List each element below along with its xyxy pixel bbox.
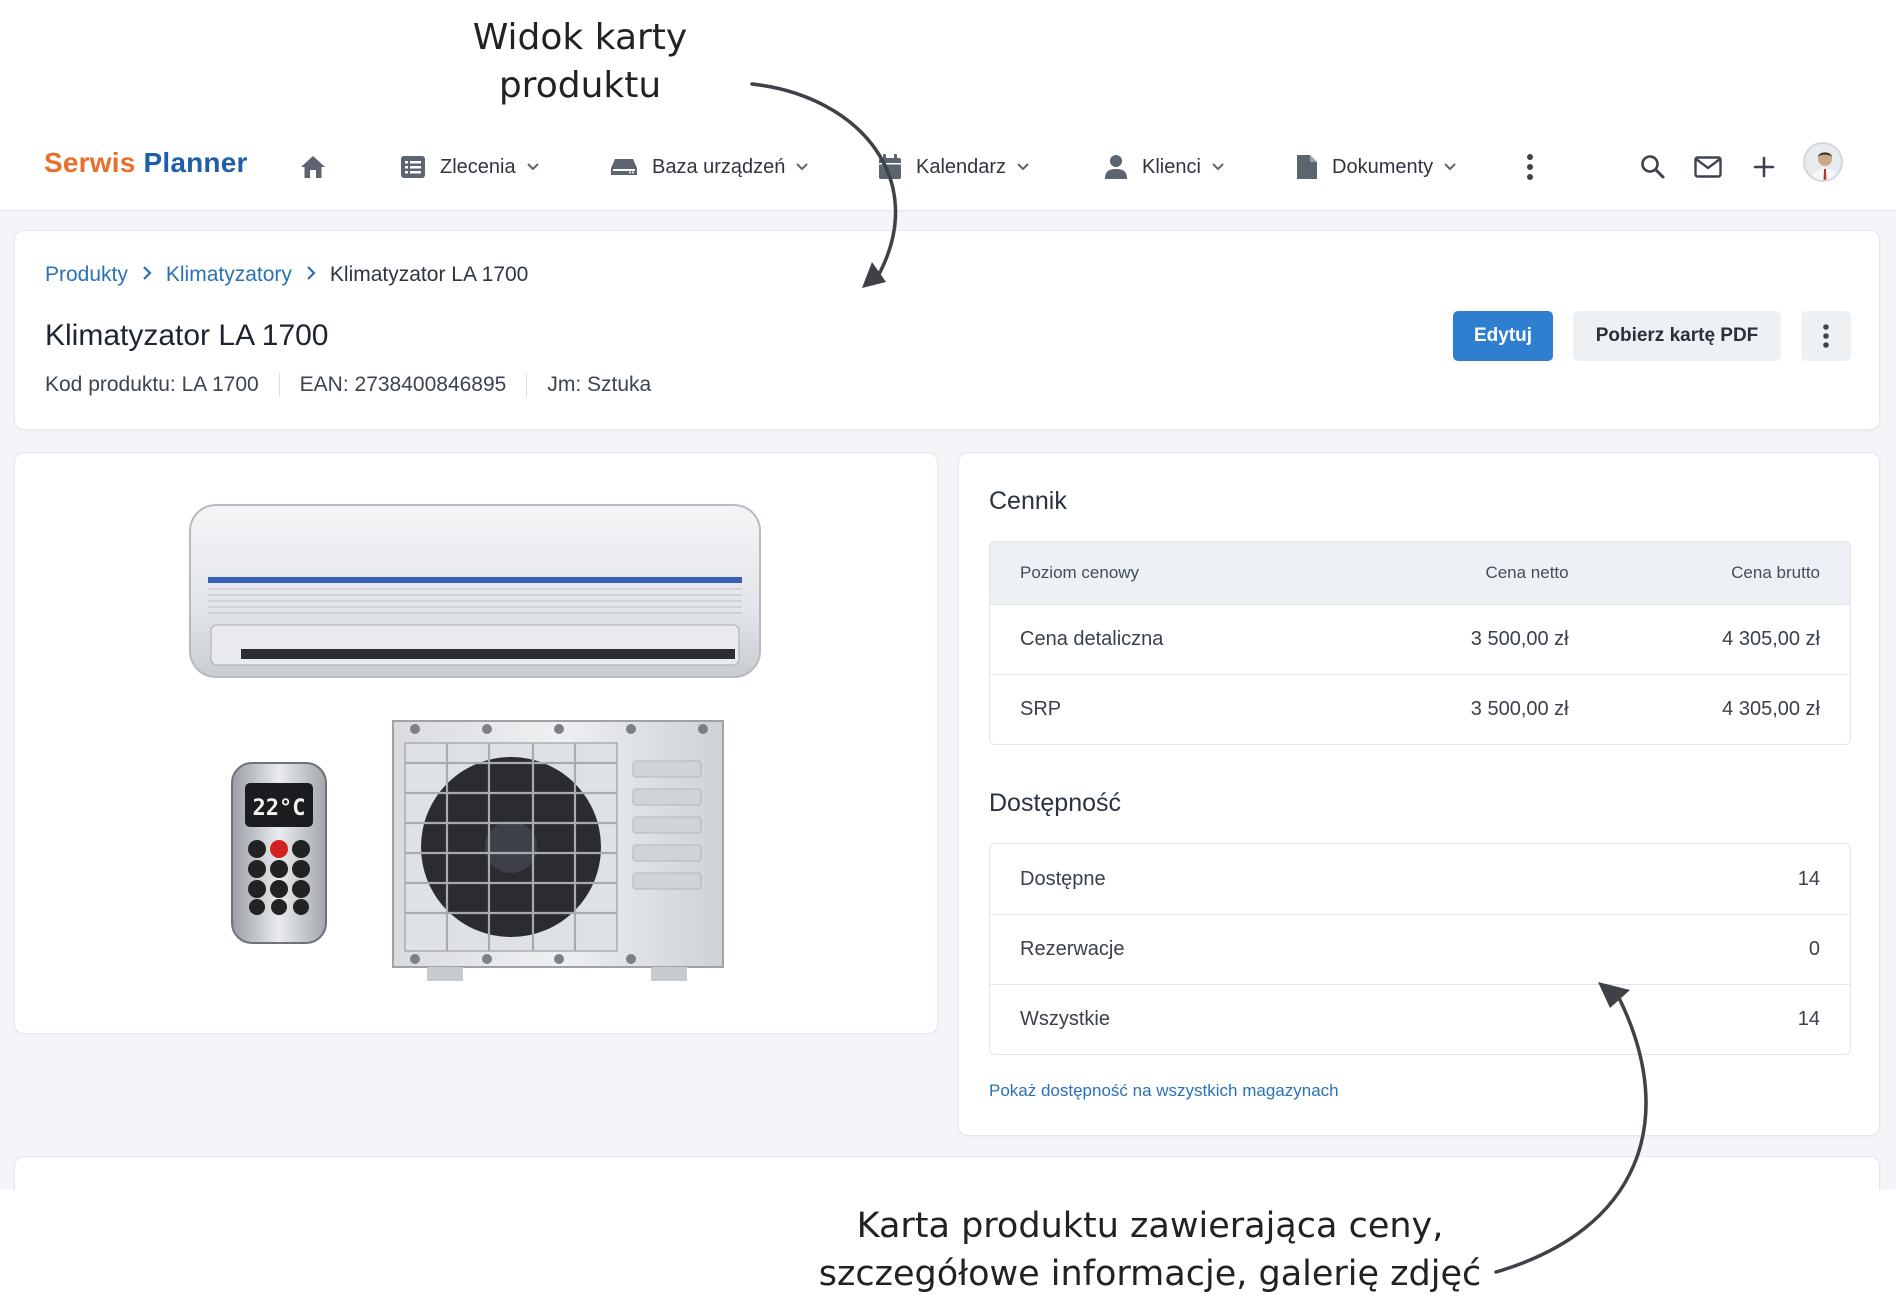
more-vertical-icon[interactable] bbox=[1510, 147, 1550, 187]
remote-display-text: 22°C bbox=[253, 796, 306, 821]
annotation-bottom-line1: Karta produktu zawierająca ceny, bbox=[856, 1206, 1444, 1246]
annotation-bottom: Karta produktu zawierająca ceny, szczegó… bbox=[760, 1202, 1540, 1298]
nav-label: Dokumenty bbox=[1332, 155, 1434, 178]
calendar-icon bbox=[879, 154, 901, 179]
price-net: 3 500,00 zł bbox=[1470, 698, 1569, 720]
annotation-top: Widok karty produktu bbox=[420, 14, 740, 110]
nav-item-zlecenia[interactable]: Zlecenia bbox=[400, 147, 540, 187]
product-ean: EAN: 2738400846895 bbox=[278, 373, 527, 397]
nav-item-klienci[interactable]: Klienci bbox=[1104, 147, 1225, 187]
chevron-down-icon bbox=[1017, 163, 1029, 171]
product-meta: Kod produktu: LA 1700 EAN: 2738400846895… bbox=[45, 373, 671, 397]
avatar[interactable] bbox=[1803, 142, 1843, 182]
more-actions-button[interactable] bbox=[1801, 311, 1851, 361]
breadcrumb-link-produkty[interactable]: Produkty bbox=[45, 263, 128, 287]
nav-label: Klienci bbox=[1142, 155, 1201, 178]
chevron-down-icon bbox=[796, 163, 809, 171]
nav-item-baza-urzadzen[interactable]: Baza urządzeń bbox=[610, 147, 809, 187]
edit-button[interactable]: Edytuj bbox=[1453, 311, 1553, 361]
chevron-down-icon bbox=[1212, 163, 1224, 171]
top-navbar: Serwis Planner Zlecenia Baza urządzeń Ka… bbox=[0, 125, 1896, 211]
document-icon bbox=[1297, 155, 1317, 179]
nav-label: Baza urządzeń bbox=[652, 155, 786, 178]
more-vertical-icon bbox=[1823, 324, 1829, 348]
mail-icon[interactable] bbox=[1688, 147, 1728, 187]
chevron-down-icon bbox=[1444, 163, 1456, 171]
breadcrumb-link-klimatyzatory[interactable]: Klimatyzatory bbox=[166, 263, 292, 287]
availability-table: Dostępne 14 Rezerwacje 0 Wszystkie 14 bbox=[989, 843, 1851, 1055]
chevron-down-icon bbox=[526, 163, 539, 171]
table-row: Rezerwacje 0 bbox=[990, 914, 1850, 984]
price-net: 3 500,00 zł bbox=[1470, 628, 1569, 650]
table-row: Wszystkie 14 bbox=[990, 984, 1850, 1054]
availability-value: 14 bbox=[1797, 1008, 1820, 1030]
download-pdf-button[interactable]: Pobierz kartę PDF bbox=[1573, 311, 1781, 361]
annotation-top-line1: Widok karty bbox=[472, 17, 688, 58]
price-gross: 4 305,00 zł bbox=[1722, 698, 1820, 720]
list-icon bbox=[401, 156, 425, 178]
product-code: Kod produktu: LA 1700 bbox=[45, 373, 259, 396]
column-header: Poziom cenowy bbox=[1020, 563, 1140, 582]
availability-title: Dostępność bbox=[989, 789, 1122, 817]
price-level: Cena detaliczna bbox=[1020, 628, 1164, 650]
device-icon bbox=[611, 159, 637, 175]
availability-label: Rezerwacje bbox=[1020, 938, 1125, 960]
column-header: Cena brutto bbox=[1731, 563, 1820, 582]
nav-item-dokumenty[interactable]: Dokumenty bbox=[1296, 147, 1457, 187]
breadcrumb: Produkty Klimatyzatory Klimatyzator LA 1… bbox=[45, 263, 528, 287]
pricing-title: Cennik bbox=[989, 487, 1067, 515]
table-header: Poziom cenowy Cena netto Cena brutto bbox=[990, 542, 1850, 604]
availability-value: 14 bbox=[1797, 867, 1820, 890]
product-header-card: Produkty Klimatyzatory Klimatyzator LA 1… bbox=[14, 230, 1880, 430]
availability-label: Dostępne bbox=[1020, 867, 1106, 890]
product-gallery-card: 22°C bbox=[14, 452, 938, 1034]
pricing-table: Poziom cenowy Cena netto Cena brutto Cen… bbox=[989, 541, 1851, 745]
availability-value: 0 bbox=[1808, 938, 1820, 960]
annotation-bottom-line2: szczegółowe informacje, galerię zdjęć bbox=[818, 1254, 1482, 1294]
logo-part2: Planner bbox=[143, 147, 248, 178]
nav-item-kalendarz[interactable]: Kalendarz bbox=[878, 147, 1030, 187]
logo[interactable]: Serwis Planner bbox=[44, 147, 248, 179]
search-icon[interactable] bbox=[1633, 147, 1673, 187]
annotation-top-line2: produktu bbox=[498, 65, 662, 106]
chevron-right-icon bbox=[142, 265, 152, 286]
table-row: SRP 3 500,00 zł 4 305,00 zł bbox=[990, 674, 1850, 744]
column-header: Cena netto bbox=[1485, 563, 1569, 582]
plus-icon[interactable] bbox=[1744, 147, 1784, 187]
product-info-card: Cennik Poziom cenowy Cena netto Cena bru… bbox=[958, 452, 1880, 1136]
price-gross: 4 305,00 zł bbox=[1722, 628, 1820, 650]
user-icon bbox=[1105, 155, 1127, 179]
product-image[interactable]: 22°C bbox=[15, 453, 939, 1035]
chevron-right-icon bbox=[306, 265, 316, 286]
table-row: Cena detaliczna 3 500,00 zł 4 305,00 zł bbox=[990, 604, 1850, 674]
page-title: Klimatyzator LA 1700 bbox=[45, 319, 329, 352]
breadcrumb-current: Klimatyzator LA 1700 bbox=[329, 263, 529, 286]
availability-label: Wszystkie bbox=[1020, 1008, 1110, 1030]
show-all-warehouses-link[interactable]: Pokaż dostępność na wszystkich magazynac… bbox=[989, 1081, 1339, 1101]
nav-label: Kalendarz bbox=[916, 155, 1007, 178]
product-unit: Jm: Sztuka bbox=[526, 373, 671, 397]
logo-part1: Serwis bbox=[44, 147, 136, 178]
price-level: SRP bbox=[1020, 698, 1062, 720]
home-icon[interactable] bbox=[293, 147, 333, 187]
table-row: Dostępne 14 bbox=[990, 844, 1850, 914]
nav-label: Zlecenia bbox=[440, 155, 516, 178]
